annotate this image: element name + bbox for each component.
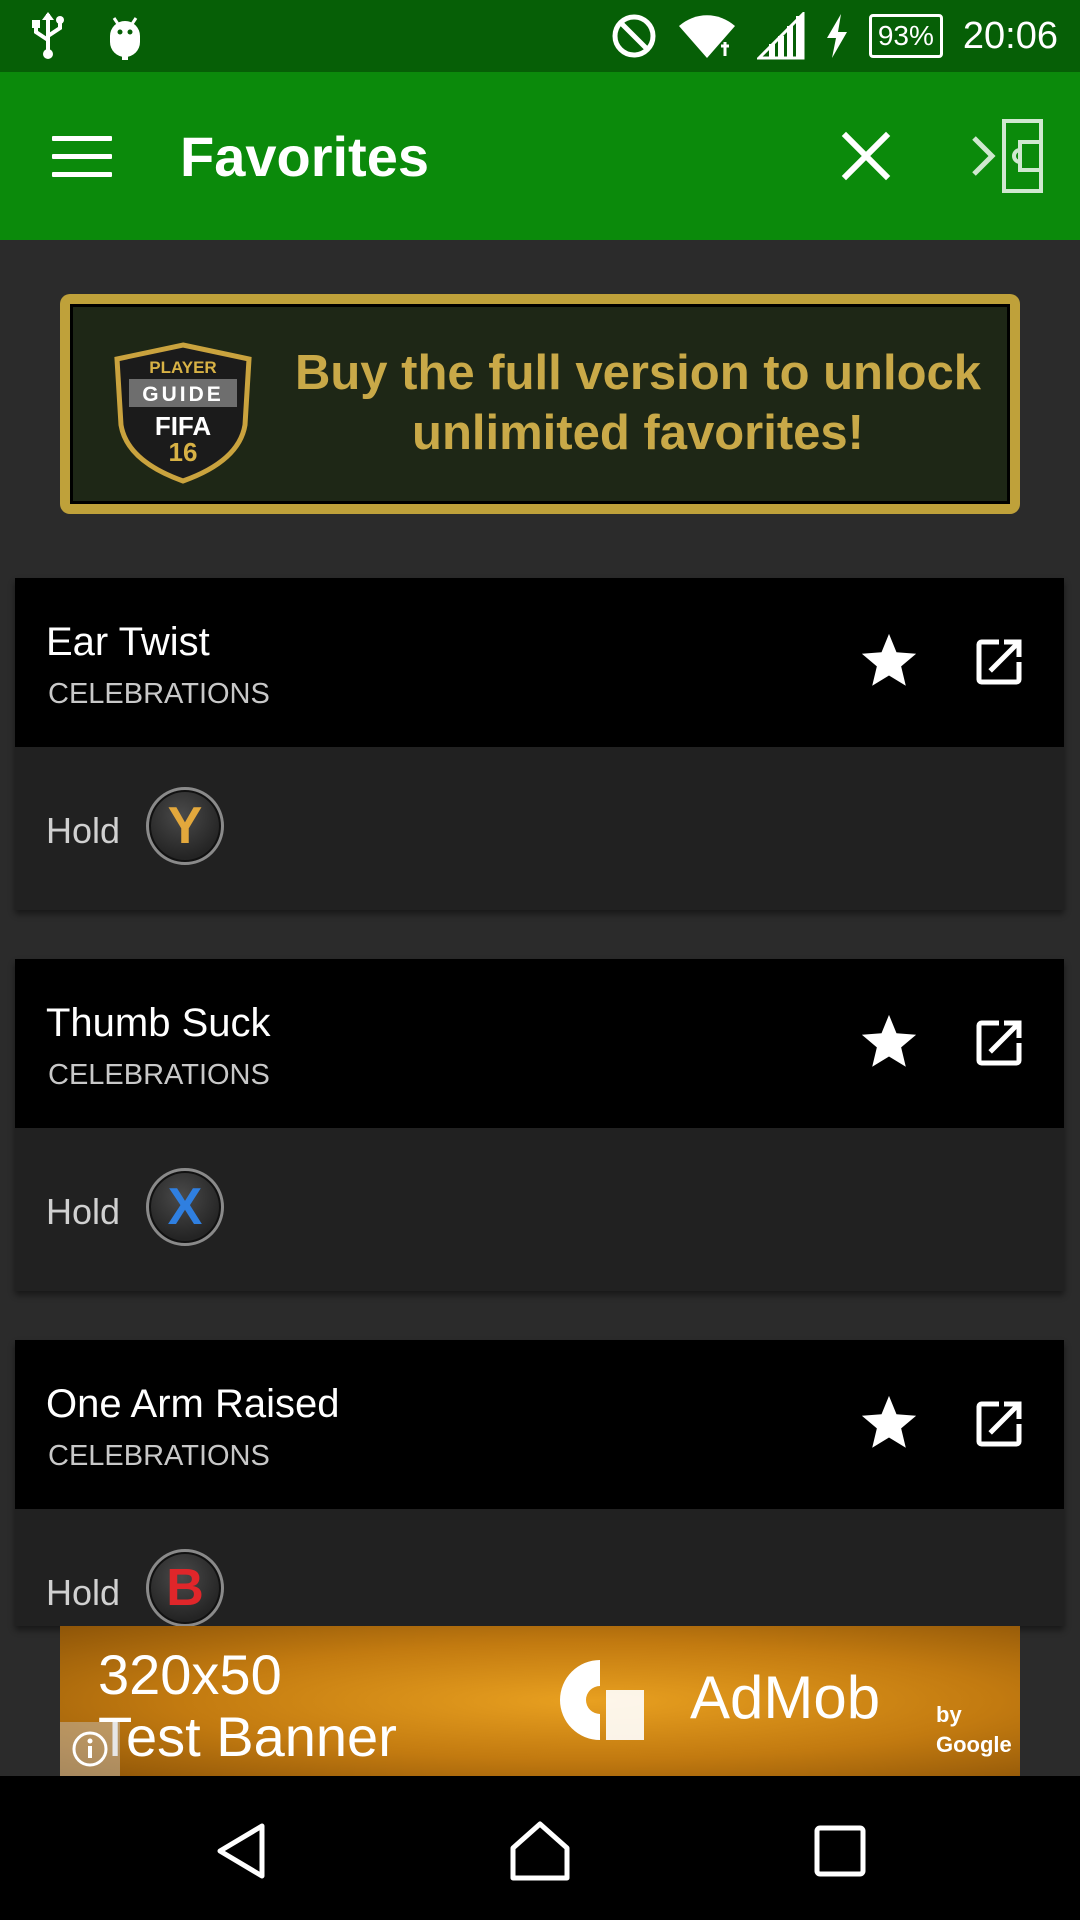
controller-button-icon: Y: [146, 787, 224, 865]
fifa-player-guide-logo: PLAYER GUIDE FIFA 16: [114, 342, 252, 484]
admob-logo-icon: [560, 1660, 644, 1740]
wifi-icon: [678, 15, 735, 58]
upgrade-promo-banner[interactable]: PLAYER GUIDE FIFA 16 Buy the full versio…: [60, 294, 1020, 514]
card-body: Hold X: [15, 1128, 1064, 1291]
card-category: CELEBRATIONS: [48, 1059, 270, 1091]
star-icon[interactable]: [858, 1392, 920, 1454]
controller-button-icon: X: [146, 1168, 224, 1246]
home-icon[interactable]: [509, 1820, 571, 1882]
controller-button-icon: B: [146, 1549, 224, 1626]
logo-line1: PLAYER: [149, 358, 216, 377]
status-bar: 93% 20:06: [0, 0, 1080, 72]
page-title: Favorites: [180, 125, 429, 188]
star-icon[interactable]: [858, 1011, 920, 1073]
card-title: One Arm Raised: [46, 1382, 340, 1426]
android-debug-icon: [110, 17, 140, 60]
exit-pitch-icon[interactable]: [970, 118, 1044, 194]
info-icon[interactable]: [60, 1722, 120, 1776]
recents-icon[interactable]: [809, 1820, 871, 1882]
back-icon[interactable]: [210, 1820, 272, 1882]
card-header[interactable]: Ear Twist CELEBRATIONS: [15, 578, 1064, 747]
battery-indicator: 93%: [868, 14, 943, 58]
favorite-card[interactable]: Ear Twist CELEBRATIONS Hold Y: [15, 578, 1064, 910]
open-external-icon[interactable]: [969, 1394, 1029, 1454]
card-category: CELEBRATIONS: [48, 678, 270, 710]
charging-icon: [826, 14, 847, 58]
hold-label: Hold: [46, 1191, 121, 1232]
card-category: CELEBRATIONS: [48, 1440, 270, 1472]
ad-text-line1: 320x50: [98, 1643, 282, 1706]
card-header[interactable]: One Arm Raised CELEBRATIONS: [15, 1340, 1064, 1509]
open-external-icon[interactable]: [969, 632, 1029, 692]
do-not-disturb-icon: [612, 14, 656, 58]
hold-label: Hold: [46, 1572, 121, 1613]
card-title: Ear Twist: [46, 620, 210, 664]
card-header[interactable]: Thumb Suck CELEBRATIONS: [15, 959, 1064, 1128]
card-title: Thumb Suck: [46, 1001, 271, 1045]
favorite-card[interactable]: One Arm Raised CELEBRATIONS Hold B: [15, 1340, 1064, 1626]
close-icon[interactable]: [838, 128, 894, 184]
open-external-icon[interactable]: [969, 1013, 1029, 1073]
cell-signal-icon: [756, 12, 805, 60]
ad-text-line2: Test Banner: [98, 1705, 397, 1768]
ad-banner[interactable]: 320x50 Test Banner AdMob by Google: [60, 1626, 1020, 1776]
card-body: Hold B: [15, 1509, 1064, 1626]
star-icon[interactable]: [858, 630, 920, 692]
promo-text: Buy the full version to unlock unlimited…: [294, 346, 982, 460]
logo-line2: GUIDE: [142, 383, 224, 406]
status-time: 20:06: [962, 15, 1058, 57]
status-right-icons: 93% 20:06: [611, 10, 1058, 62]
ad-brand-sub: by Google: [936, 1702, 1012, 1757]
app-bar: Favorites: [0, 72, 1080, 240]
ad-text: 320x50 Test Banner: [98, 1644, 458, 1768]
logo-line4: 16: [169, 437, 198, 467]
hamburger-menu-icon[interactable]: [52, 136, 112, 180]
hold-label: Hold: [46, 810, 121, 851]
status-left-icons: [30, 12, 144, 60]
navigation-bar: [0, 1776, 1080, 1920]
usb-icon: [32, 12, 64, 59]
card-body: Hold Y: [15, 747, 1064, 910]
ad-brand: AdMob by Google: [540, 1650, 1012, 1757]
favorite-card[interactable]: Thumb Suck CELEBRATIONS Hold X: [15, 959, 1064, 1291]
ad-brand-name: AdMob: [690, 1664, 881, 1731]
